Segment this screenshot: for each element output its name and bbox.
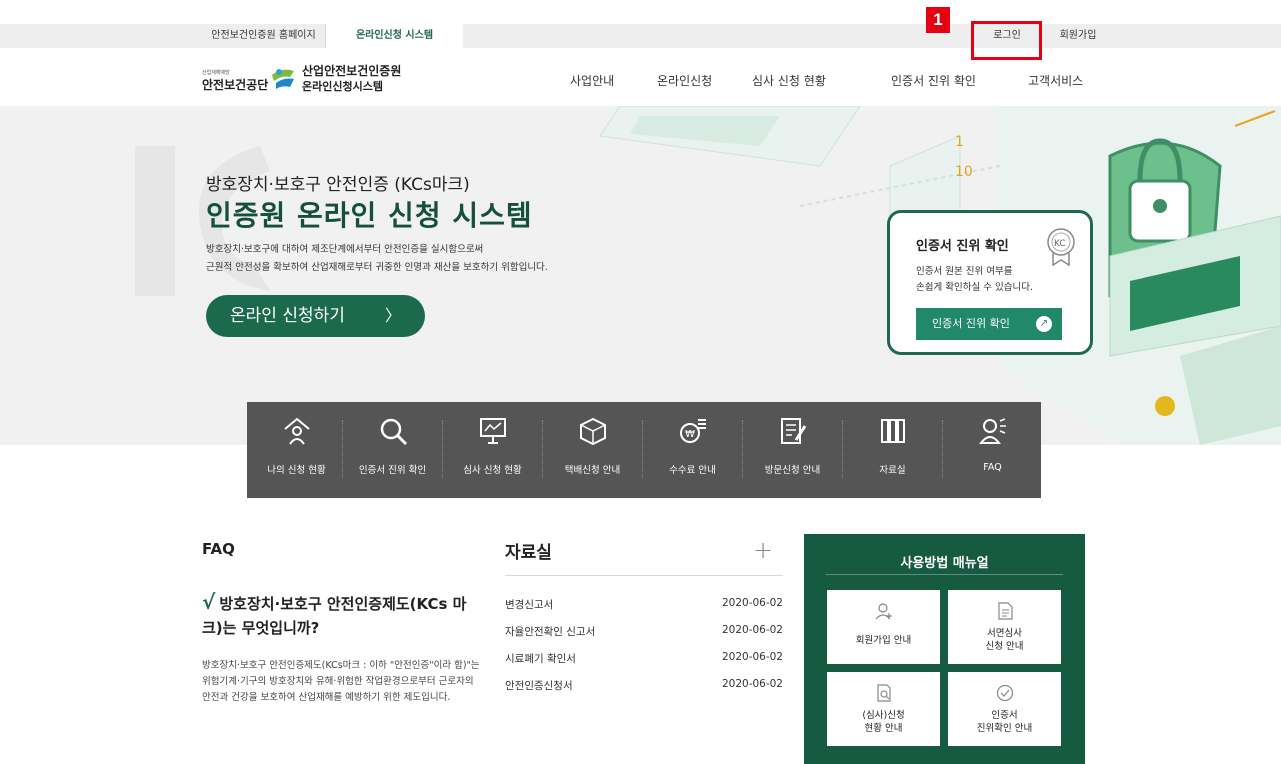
quick-fee-info[interactable]: ₩ 수수료 안내	[643, 402, 742, 498]
faq-question[interactable]: √ 방호장치·보호구 안전인증제도(KCs 마크)는 무엇입니까?	[202, 590, 482, 640]
tab-online-system[interactable]: 온라인신청 시스템	[326, 24, 463, 48]
list-item-title: 변경신고서	[505, 599, 554, 611]
manual-label: 회원가입 안내	[855, 635, 912, 646]
quick-label: 자료실	[879, 465, 906, 476]
faq-section-title: FAQ	[202, 540, 235, 558]
verify-card-title: 인증서 진위 확인	[916, 239, 1009, 254]
online-apply-button-label: 온라인 신청하기	[230, 306, 345, 326]
certificate-verify-button-label: 인증서 진위 확인	[932, 317, 1010, 330]
online-apply-button[interactable]: 온라인 신청하기 〉	[206, 295, 425, 337]
nav-online-apply[interactable]: 온라인신청	[657, 72, 712, 89]
svg-text:10: 10	[955, 164, 973, 180]
verify-card-desc-line2: 손쉽게 확인하실 수 있습니다.	[916, 282, 1033, 293]
list-item-title: 시료폐기 확인서	[505, 653, 576, 665]
list-item-title: 자율안전확인 신고서	[505, 626, 596, 638]
kosha-logo-icon	[272, 69, 294, 89]
chevron-right-icon: 〉	[384, 306, 401, 325]
nav-business-info[interactable]: 사업안내	[570, 72, 614, 89]
library-section-title: 자료실	[505, 543, 552, 563]
search-icon	[380, 418, 407, 446]
faq-person-icon	[978, 418, 1006, 444]
person-add-icon	[875, 603, 892, 620]
manual-document-review-guide[interactable]: 서면심사 신청 안내	[948, 590, 1061, 664]
quick-label: 방문신청 안내	[764, 465, 821, 476]
highlight-number-badge: 1	[926, 7, 950, 33]
manual-label: 서면심사	[987, 628, 1022, 639]
site-logo[interactable]: 산업재해예방 안전보건공단 산업안전보건인증원 온라인신청시스템	[202, 60, 412, 96]
list-item[interactable]: 변경신고서 2020-06-02	[505, 597, 783, 613]
plus-icon[interactable]: +	[753, 536, 773, 564]
quick-visit-info[interactable]: 방문신청 안내	[743, 402, 842, 498]
quick-certificate-verify[interactable]: 인증서 진위 확인	[343, 402, 442, 498]
hero-subtitle: 방호장치·보호구 안전인증 (KCs마크)	[206, 175, 470, 195]
manual-divider	[826, 574, 1063, 575]
hero-title: 인증원 온라인 신청 시스템	[206, 199, 533, 232]
check-circle-icon	[996, 684, 1013, 702]
svg-text:₩: ₩	[685, 429, 695, 440]
nav-review-status[interactable]: 심사 신청 현황	[752, 72, 826, 89]
list-item-title: 안전인증신청서	[505, 680, 573, 692]
document-pen-icon	[780, 418, 806, 444]
login-highlight-box	[971, 21, 1042, 60]
list-item-date: 2020-06-02	[721, 597, 783, 609]
list-item[interactable]: 자율안전확인 신고서 2020-06-02	[505, 624, 783, 640]
manual-label: (심사)신청	[862, 710, 905, 721]
document-icon	[997, 602, 1013, 620]
manual-signup-guide[interactable]: 회원가입 안내	[827, 590, 940, 664]
quick-library[interactable]: 자료실	[843, 402, 942, 498]
manual-review-status-guide[interactable]: (심사)신청 현황 안내	[827, 672, 940, 746]
hero-description-line1: 방호장치·보호구에 대하여 제조단계에서부터 안전인증을 실시함으로써	[206, 244, 484, 255]
quick-my-application[interactable]: 나의 신청 현황	[247, 402, 346, 498]
list-item[interactable]: 시료폐기 확인서 2020-06-02	[505, 651, 783, 667]
verify-card-desc-line1: 인증서 원본 진위 여부를	[916, 266, 1013, 277]
manual-label: 인증서	[991, 710, 1018, 721]
quick-menu: 나의 신청 현황 인증서 진위 확인 심사 신청 현황 택배신청 안내 ₩ 수수…	[247, 402, 1041, 498]
quick-label: 택배신청 안내	[564, 465, 621, 476]
document-search-icon	[876, 684, 891, 702]
manual-label: 진위확인 안내	[976, 723, 1033, 734]
logo-org-tagline: 산업재해예방	[202, 70, 230, 76]
certificate-verify-button[interactable]: 인증서 진위 확인 ↗	[916, 308, 1062, 340]
svg-text:KC: KC	[1054, 239, 1066, 249]
quick-review-status[interactable]: 심사 신청 현황	[443, 402, 542, 498]
library-divider	[505, 575, 783, 576]
quick-label: 나의 신청 현황	[267, 465, 326, 476]
user-manual-panel: 사용방법 매뉴얼 회원가입 안내 서면심사 신청 안내 (심사)신청 현황 안내…	[804, 534, 1085, 764]
quick-delivery-info[interactable]: 택배신청 안내	[543, 402, 642, 498]
hero-description-line2: 근원적 안전성을 확보하여 산업재해로부터 귀중한 인명과 재산을 보호하기 위…	[206, 262, 548, 273]
tab-homepage[interactable]: 안전보건인증원 홈페이지	[202, 24, 326, 48]
certificate-verify-card: 인증서 진위 확인 KC 인증서 원본 진위 여부를 손쉽게 확인하실 수 있습…	[887, 210, 1093, 355]
kcs-badge-icon: KC	[1047, 228, 1075, 267]
faq-question-text: 방호장치·보호구 안전인증제도(KCs 마크)는 무엇입니까?	[202, 595, 467, 637]
manual-title: 사용방법 매뉴얼	[900, 556, 989, 571]
external-link-icon: ↗	[1036, 316, 1052, 332]
manual-label: 현황 안내	[864, 723, 903, 734]
quick-label: 수수료 안내	[669, 465, 716, 476]
list-item-date: 2020-06-02	[721, 624, 783, 636]
manual-certificate-verify-guide[interactable]: 인증서 진위확인 안내	[948, 672, 1061, 746]
logo-org-name: 안전보건공단	[202, 78, 269, 92]
svg-text:1: 1	[955, 134, 964, 150]
won-coin-icon: ₩	[679, 419, 706, 443]
box-icon	[579, 417, 606, 446]
nav-customer-service[interactable]: 고객서비스	[1028, 72, 1083, 89]
nav-certificate-verify[interactable]: 인증서 진위 확인	[891, 72, 976, 89]
list-item-date: 2020-06-02	[721, 651, 783, 663]
monitor-chart-icon	[479, 418, 506, 444]
books-icon	[880, 419, 905, 443]
manual-label: 신청 안내	[985, 641, 1024, 652]
quick-label: 심사 신청 현황	[463, 465, 522, 476]
quick-label: 인증서 진위 확인	[358, 465, 427, 476]
logo-title-line2: 온라인신청시스템	[302, 80, 383, 93]
quick-label: FAQ	[983, 462, 1002, 473]
list-item-date: 2020-06-02	[721, 678, 783, 690]
faq-answer: 방호장치·보호구 안전인증제도(KCs마크 : 이하 "안전인증"이라 함)"는…	[202, 660, 480, 703]
signup-link[interactable]: 회원가입	[1048, 24, 1108, 48]
home-person-icon	[283, 417, 310, 445]
quick-faq[interactable]: FAQ	[943, 402, 1042, 498]
list-item[interactable]: 안전인증신청서 2020-06-02	[505, 678, 783, 694]
check-icon: √	[202, 590, 216, 614]
logo-title-line1: 산업안전보건인증원	[302, 64, 402, 78]
page: 안전보건인증원 홈페이지 온라인신청 시스템 로그인 회원가입 1 산업재해예방…	[0, 0, 1281, 764]
